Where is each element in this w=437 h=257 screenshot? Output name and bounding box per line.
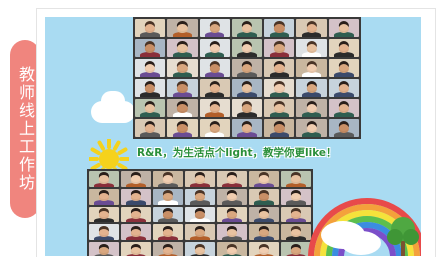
participant-tile [199,39,230,57]
tree-icon [387,217,419,256]
participant-tile [185,188,215,205]
participant-tile [328,119,359,137]
participant-tile [185,242,215,256]
participant-tile [264,79,295,97]
participant-tile [135,99,166,117]
sun-ray [113,140,121,151]
participant-tile [135,19,166,37]
participant-tile [249,188,279,205]
participant-tile [296,59,327,77]
cloud-left-puff [101,91,125,111]
participant-tile [231,79,263,97]
participant-tile [153,171,183,187]
participant-tile [249,242,279,256]
participant-tile [135,79,166,97]
video-call-grid-top [133,17,361,139]
participant-tile [249,206,279,223]
participant-tile [121,206,151,223]
participant-tile [153,224,183,241]
participant-tile [121,242,151,256]
participant-tile [89,171,119,187]
participant-tile [231,19,263,37]
workshop-poster: R&R，为生活点个light，教学你更like！ [45,17,421,256]
participant-tile [199,59,230,77]
participant-tile [135,119,166,137]
participant-tile [199,19,230,37]
participant-tile [296,39,327,57]
participant-tile [167,79,198,97]
participant-tile [185,171,215,187]
participant-tile [153,242,183,256]
participant-tile [199,119,230,137]
sun-ray [117,147,128,155]
participant-tile [121,171,151,187]
participant-tile [199,79,230,97]
participant-tile [328,79,359,97]
sun-ray [97,140,105,151]
participant-tile [185,224,215,241]
participant-tile [217,242,247,256]
participant-tile [217,206,247,223]
side-tab-label: 教师线上工作坊 [16,66,35,192]
participant-tile [217,171,247,187]
participant-tile [249,171,279,187]
participant-tile [231,99,263,117]
participant-tile [264,19,295,37]
participant-tile [167,19,198,37]
participant-tile [167,59,198,77]
sun-ray [117,163,128,171]
participant-tile [217,224,247,241]
participant-tile [264,99,295,117]
participant-tile [135,39,166,57]
participant-tile [153,188,183,205]
participant-tile [296,119,327,137]
participant-tile [296,19,327,37]
participant-tile [167,119,198,137]
participant-tile [328,19,359,37]
participant-tile [328,99,359,117]
participant-tile [153,206,183,223]
participant-tile [296,79,327,97]
participant-tile [328,39,359,57]
participant-tile [231,59,263,77]
participant-tile [217,188,247,205]
sun-ray [90,163,101,171]
sun-ray [90,147,101,155]
participant-tile [231,39,263,57]
participant-tile [121,188,151,205]
participant-tile [89,224,119,241]
participant-tile [135,59,166,77]
participant-tile [167,39,198,57]
participant-tile [185,206,215,223]
participant-tile [121,224,151,241]
participant-tile [328,59,359,77]
participant-tile [264,119,295,137]
participant-tile [296,99,327,117]
participant-tile [89,206,119,223]
participant-tile [264,59,295,77]
participant-tile [199,99,230,117]
participant-tile [249,224,279,241]
participant-tile [89,242,119,256]
video-call-grid-bottom [87,169,313,256]
participant-tile [264,39,295,57]
participant-tile [167,99,198,117]
participant-tile [89,188,119,205]
participant-tile [231,119,263,137]
